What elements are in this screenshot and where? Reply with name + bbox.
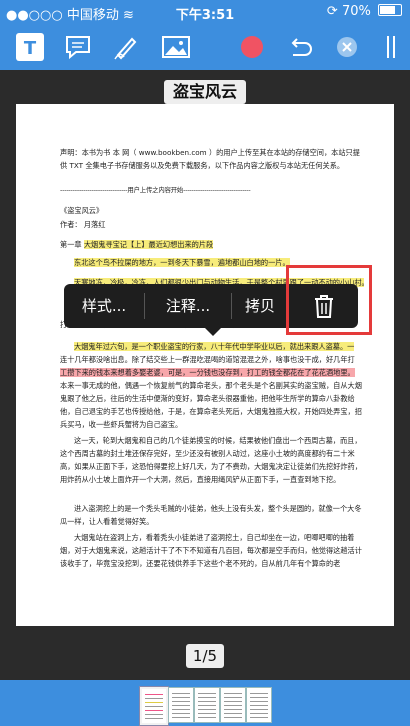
close-icon	[337, 37, 357, 57]
para2-line-b: 连十几年都没啥出息。除了结交些上一群混吃混喝的道馆混混之外，啥事也没干成，好几年…	[60, 355, 355, 364]
svg-text:T: T	[24, 38, 37, 59]
lock-rotation-icon: ⟳	[326, 4, 338, 19]
red-highlight-line: 工攒下来的钱本来想着多娶老婆，可是，一分钱也没存到，打工的钱全都花在了花花酒地里…	[60, 368, 355, 377]
page-number: 1/5	[186, 644, 224, 668]
more-button[interactable]	[378, 31, 404, 63]
image-tool-button[interactable]	[158, 31, 194, 63]
comment-icon	[66, 36, 90, 60]
pen-tool-button[interactable]	[108, 31, 144, 63]
copy-menu-item[interactable]: 拷贝	[232, 284, 288, 328]
book-title: 《盗宝风云》	[60, 206, 104, 215]
para3-text: 这一天，轮到大烟鬼和自己的几个徒弟摸宝的时候，结果被他们盘出一个西周古墓，而且，…	[60, 436, 362, 484]
thumbnail-page-2[interactable]	[168, 687, 194, 723]
para2-text: 本来一事无成的他，偶遇一个恢复前气的算命老头，那个老头是个名副其实的盗宝贼，自从…	[60, 381, 362, 429]
close-button[interactable]	[332, 31, 362, 63]
pen-icon	[114, 37, 137, 60]
thumbnail-page-4[interactable]	[220, 687, 246, 723]
document-title: 盗宝风云	[164, 80, 246, 104]
thumbnail-page-3[interactable]	[194, 687, 220, 723]
text-tool-button[interactable]: T	[12, 31, 48, 63]
text-icon: T	[16, 33, 44, 61]
thumbnail-page-5[interactable]	[246, 687, 272, 723]
chapter-heading: 第一章 大烟鬼寻宝记【上】最近幻想出来的片段	[60, 238, 364, 251]
undo-icon	[291, 38, 312, 56]
undo-button[interactable]	[282, 31, 318, 63]
disclaimer-text: 声明：本书为书 本 网（ www.bookben.com ）的用户上传至其在本站…	[60, 148, 360, 170]
red-highlight-box	[286, 265, 372, 335]
upload-start-line: --------------------------------用户上传之内容开…	[60, 186, 251, 194]
battery-icon	[378, 4, 402, 16]
record-button[interactable]	[234, 31, 270, 63]
highlight-line-1: 东北这个鸟不拉屎的地方，一到冬天下暴雪，遍地都山白地的一片。	[74, 258, 290, 267]
author-line: 作者： 月落红	[60, 220, 106, 229]
annotation-toolbar: T	[0, 24, 410, 70]
record-icon	[241, 36, 263, 58]
para5-text: 大烟鬼站在盗洞上方，看着秃头小徒弟进了盗洞挖土，自己却坐在一边，吧唧吧唧的抽着烟…	[60, 533, 362, 568]
annotate-menu-item[interactable]: 注释...	[145, 284, 231, 328]
battery-percent: 70%	[341, 4, 371, 19]
status-bar: ●●○○○ 中国移动 ≋ 下午3:51 ⟳ 70%	[0, 0, 410, 24]
style-menu-item[interactable]: 样式...	[64, 284, 144, 328]
comment-tool-button[interactable]	[60, 31, 96, 63]
thumbnail-page-1[interactable]	[140, 687, 168, 725]
highlight-line-para2: 大烟鬼年过六旬，是一个职业盗宝的行家，八十年代中学毕业以后，就出来跟人盗墓。一	[74, 342, 355, 351]
menu-pointer	[205, 328, 221, 336]
chapter-prefix: 第一章	[60, 240, 84, 249]
document-page[interactable]: 声明：本书为书 本 网（ www.bookben.com ）的用户上传至其在本站…	[16, 104, 394, 626]
para4-text: 进入盗洞挖上的是一个秃头毛贼的小徒弟，他头上没有头发，整个头是圆的，就像一个大冬…	[60, 504, 362, 526]
vertical-lines-icon	[387, 36, 395, 58]
chapter-title-highlight: 大烟鬼寻宝记【上】最近幻想出来的片段	[83, 240, 214, 249]
image-icon	[162, 36, 190, 58]
